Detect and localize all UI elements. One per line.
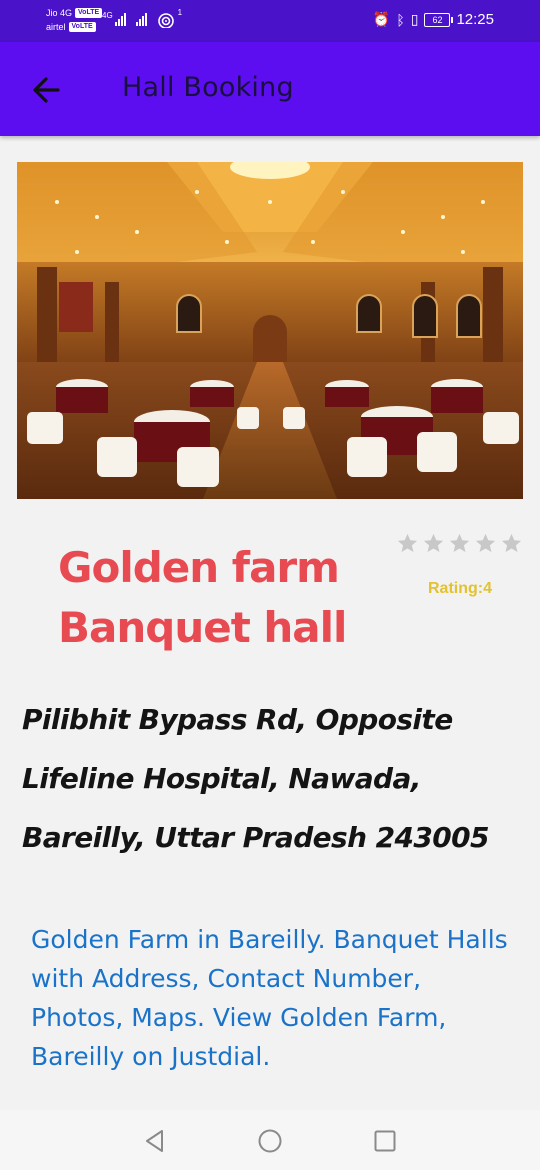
battery-icon: 62 <box>424 12 454 27</box>
back-button[interactable] <box>24 70 72 110</box>
hall-description: Golden Farm in Bareilly. Banquet Halls w… <box>31 925 508 1071</box>
star-icon[interactable] <box>396 532 419 555</box>
carrier-info: Jio 4G VoLTE airtel VoLTE <box>46 6 103 34</box>
system-nav-bar <box>0 1110 540 1170</box>
nav-back-button[interactable] <box>142 1128 168 1154</box>
square-recents-icon <box>374 1130 396 1152</box>
triangle-back-icon <box>146 1130 163 1152</box>
hall-name: Golden farm Banquet hall <box>58 543 347 652</box>
nav-recents-button[interactable] <box>372 1128 398 1154</box>
carrier-1: Jio 4G <box>46 8 73 18</box>
star-icon[interactable] <box>474 532 497 555</box>
bluetooth-icon: ᛒ <box>396 11 405 28</box>
signal-icon-2 <box>135 10 147 26</box>
status-right: ⏰ ᛒ ▯ 62 12:25 <box>373 11 494 28</box>
signal-indicators: 4G 1 <box>102 8 182 29</box>
rating-label: Rating:4 <box>428 580 492 597</box>
banquet-hall-photo <box>17 162 523 499</box>
star-icon[interactable] <box>500 532 523 555</box>
status-bar: Jio 4G VoLTE airtel VoLTE 4G 1 ⏰ ᛒ ▯ 62 … <box>0 0 540 42</box>
hall-address: Pilibhit Bypass Rd, Opposite Lifeline Ho… <box>22 703 489 854</box>
volte-badge-1: VoLTE <box>75 8 103 18</box>
circle-home-icon <box>258 1129 282 1153</box>
arrow-left-icon <box>33 77 60 103</box>
rating-stars[interactable] <box>396 532 523 555</box>
star-icon[interactable] <box>448 532 471 555</box>
vibrate-icon: ▯ <box>410 11 419 27</box>
wifi-badge: 1 <box>177 8 183 17</box>
app-bar: Hall Booking <box>0 42 540 136</box>
star-icon[interactable] <box>422 532 445 555</box>
carrier-2: airtel <box>46 22 66 32</box>
signal-icon-1 <box>114 10 126 26</box>
wifi-icon: 1 <box>157 8 182 29</box>
network-type: 4G <box>102 11 113 20</box>
alarm-icon: ⏰ <box>372 11 391 27</box>
page-title: Hall Booking <box>122 72 294 103</box>
clock: 12:25 <box>456 11 494 28</box>
nav-home-button[interactable] <box>257 1128 283 1154</box>
volte-badge-2: VoLTE <box>68 22 96 32</box>
